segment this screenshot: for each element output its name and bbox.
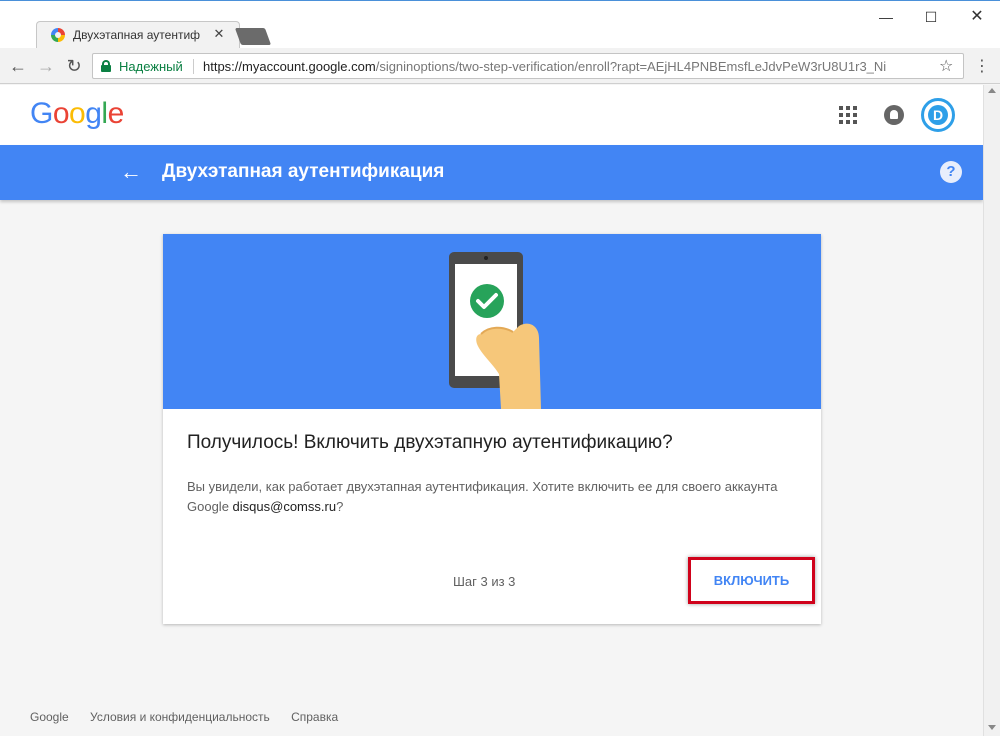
google-favicon-icon [51, 28, 65, 42]
url-text[interactable]: https://myaccount.google.com/signinoptio… [203, 59, 933, 74]
omnibox-divider [193, 59, 194, 74]
hero-illustration [163, 234, 821, 409]
tab-close-icon[interactable]: ✕ [211, 26, 227, 42]
back-arrow-icon[interactable]: ← [118, 159, 144, 185]
apps-grid-icon[interactable] [839, 106, 857, 124]
logo-letter: o [69, 97, 86, 130]
new-tab-button[interactable] [234, 28, 272, 45]
page-header-bar: ← Двухэтапная аутентификация ? [0, 145, 983, 200]
logo-letter: o [52, 97, 70, 130]
browser-menu-icon[interactable]: ⋮ [972, 56, 992, 76]
tab-title: Двухэтапная аутентиф [73, 28, 201, 42]
address-bar[interactable]: Надежный https://myaccount.google.com/si… [92, 53, 964, 79]
logo-letter: e [107, 97, 125, 130]
maximize-button[interactable]: ☐ [921, 7, 941, 27]
description-end: ? [336, 499, 344, 514]
scroll-up-arrow-icon[interactable] [988, 88, 996, 93]
bookmark-star-icon[interactable]: ☆ [939, 56, 953, 76]
phone-hand-illustration [449, 252, 541, 409]
account-email: disqus@comss.ru [232, 499, 337, 514]
checkmark-icon [470, 284, 504, 318]
browser-toolbar: ← → ↻ Надежный https://myaccount.google.… [0, 48, 1000, 84]
avatar-letter: D [928, 105, 948, 125]
google-logo[interactable]: Google [30, 97, 124, 131]
card-description: Вы увидели, как работает двухэтапная аут… [187, 477, 797, 517]
url-path: /signinoptions/two-step-verification/enr… [375, 59, 887, 74]
footer: Google Условия и конфиденциальность Спра… [30, 710, 356, 724]
footer-link-terms[interactable]: Условия и конфиденциальность [90, 710, 270, 724]
help-icon[interactable]: ? [940, 161, 962, 183]
scroll-down-arrow-icon[interactable] [988, 725, 996, 730]
forward-button[interactable]: → [36, 56, 56, 76]
logo-letter: G [30, 97, 53, 130]
url-host: https://myaccount.google.com [203, 59, 376, 74]
step-indicator: Шаг 3 из 3 [453, 574, 516, 589]
page-scrollbar[interactable] [983, 85, 1000, 736]
lock-icon [101, 60, 111, 72]
footer-link-help[interactable]: Справка [291, 710, 338, 724]
avatar[interactable]: D [921, 98, 955, 132]
minimize-button[interactable]: — [876, 7, 896, 27]
page-title: Двухэтапная аутентификация [162, 161, 445, 182]
browser-tab[interactable]: Двухэтапная аутентиф ✕ [36, 21, 240, 49]
logo-letter: g [85, 97, 102, 130]
close-window-button[interactable]: ✕ [967, 7, 987, 27]
browser-titlebar: Двухэтапная аутентиф ✕ — ☐ ✕ [0, 0, 1000, 49]
footer-link-google[interactable]: Google [30, 710, 69, 724]
card-title: Получилось! Включить двухэтапную аутенти… [187, 432, 673, 453]
enable-button[interactable]: ВКЛЮЧИТЬ [688, 557, 815, 604]
google-header: Google D [0, 85, 983, 145]
notifications-bell-icon[interactable] [884, 105, 904, 125]
reload-button[interactable]: ↻ [64, 56, 84, 76]
confirmation-card: Получилось! Включить двухэтапную аутенти… [163, 234, 821, 624]
secure-label: Надежный [119, 59, 183, 74]
back-button[interactable]: ← [8, 56, 28, 76]
